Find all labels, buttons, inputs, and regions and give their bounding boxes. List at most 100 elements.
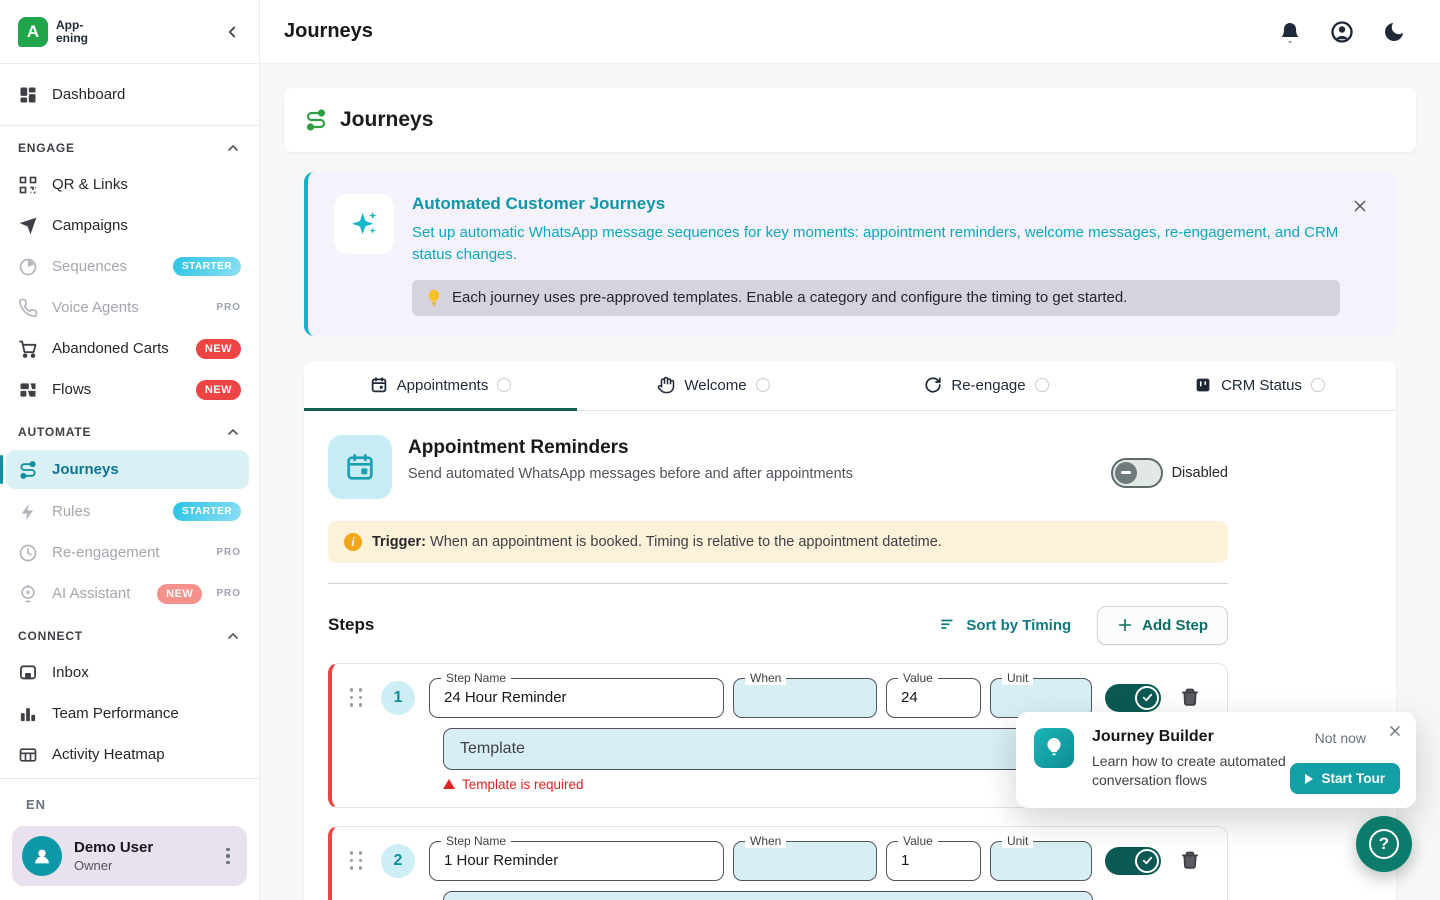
sidebar-item-voice-agents[interactable]: Voice Agents PRO — [0, 287, 259, 328]
sidebar-item-activity-heatmap[interactable]: Activity Heatmap — [0, 734, 259, 775]
step-number: 2 — [381, 844, 415, 878]
starter-badge: STARTER — [173, 502, 241, 521]
heatmap-grid-icon — [18, 745, 38, 765]
category-tabs: Appointments Welcome Re-engage — [304, 361, 1396, 411]
lightning-icon — [18, 502, 38, 522]
brand-logo-icon: A — [18, 17, 48, 47]
language-selector[interactable]: EN — [12, 793, 247, 826]
steps-header: Steps Sort by Timing Add Step — [328, 606, 1228, 645]
drag-handle-icon[interactable] — [349, 688, 363, 707]
route-icon — [18, 460, 38, 480]
user-role: Owner — [74, 858, 207, 873]
close-icon[interactable] — [1352, 198, 1368, 214]
help-button[interactable]: ? — [1356, 816, 1412, 872]
sidebar-item-label: Activity Heatmap — [52, 746, 241, 763]
pro-tier-label: PRO — [216, 547, 241, 558]
sidebar-item-inbox[interactable]: Inbox — [0, 652, 259, 693]
category-enable-toggle[interactable] — [1111, 458, 1163, 488]
starter-badge: STARTER — [173, 257, 241, 276]
sidebar-collapse-button[interactable] — [223, 23, 241, 41]
sort-by-timing-button[interactable]: Sort by Timing — [939, 616, 1071, 634]
banner-tip: Each journey uses pre-approved templates… — [412, 280, 1340, 316]
category-text: Appointment Reminders Send automated Wha… — [408, 435, 853, 499]
delete-step-icon[interactable] — [1180, 850, 1200, 872]
inbox-icon — [18, 663, 38, 683]
user-card[interactable]: Demo User Owner — [12, 826, 247, 886]
tab-appointments[interactable]: Appointments — [304, 361, 577, 410]
sidebar-item-dashboard[interactable]: Dashboard — [0, 64, 259, 126]
sidebar-section-automate[interactable]: AUTOMATE — [0, 410, 259, 448]
sidebar-item-journeys[interactable]: Journeys — [6, 450, 249, 489]
category-header: Appointment Reminders Send automated Wha… — [328, 435, 1228, 499]
sidebar-item-qr-links[interactable]: QR & Links — [0, 164, 259, 205]
notifications-bell-icon[interactable] — [1278, 20, 1302, 44]
tab-re-engage[interactable]: Re-engage — [850, 361, 1123, 410]
value-field: Value — [886, 678, 981, 718]
step-enable-toggle[interactable] — [1105, 847, 1161, 875]
popup-title: Journey Builder — [1092, 728, 1297, 746]
start-tour-button[interactable]: Start Tour — [1290, 763, 1401, 794]
drag-handle-icon[interactable] — [349, 851, 363, 870]
sidebar-item-campaigns[interactable]: Campaigns — [0, 205, 259, 246]
add-step-button[interactable]: Add Step — [1097, 606, 1228, 645]
app-logo[interactable]: A App-ening — [18, 17, 223, 47]
when-select[interactable]: When — [733, 678, 877, 718]
new-badge: NEW — [196, 380, 241, 400]
dark-mode-moon-icon[interactable] — [1382, 20, 1406, 44]
sidebar-item-label: Voice Agents — [52, 299, 202, 316]
step-row: 2 Step Name When Value — [328, 826, 1228, 900]
unit-select[interactable]: Unit — [990, 841, 1092, 881]
calendar-icon — [328, 435, 392, 499]
template-select[interactable]: Template — [443, 891, 1093, 900]
tab-label: Re-engage — [951, 377, 1025, 394]
bar-chart-icon — [18, 704, 38, 724]
sidebar-item-flows[interactable]: Flows NEW — [0, 369, 259, 410]
check-icon — [1142, 855, 1153, 866]
sidebar-item-team-performance[interactable]: Team Performance — [0, 693, 259, 734]
account-icon[interactable] — [1330, 20, 1354, 44]
user-name: Demo User — [74, 839, 207, 856]
step-number: 1 — [381, 681, 415, 715]
tab-label: Appointments — [397, 377, 489, 394]
page-title: Journeys — [340, 108, 433, 132]
sidebar-item-re-engagement[interactable]: Re-engagement PRO — [0, 532, 259, 573]
plus-icon — [1117, 617, 1133, 633]
when-select[interactable]: When — [733, 841, 877, 881]
pro-tier-label: PRO — [216, 302, 241, 313]
banner-description: Set up automatic WhatsApp message sequen… — [412, 222, 1340, 266]
journey-builder-popup: Journey Builder Learn how to create auto… — [1016, 712, 1416, 808]
sidebar-item-label: Sequences — [52, 258, 159, 275]
sidebar-section-engage[interactable]: ENGAGE — [0, 126, 259, 164]
category-status-label: Disabled — [1172, 465, 1228, 481]
sidebar-item-label: Rules — [52, 503, 159, 520]
new-badge: NEW — [196, 339, 241, 359]
tab-welcome[interactable]: Welcome — [577, 361, 850, 410]
lightbulb-icon — [426, 289, 442, 307]
info-banner: Automated Customer Journeys Set up autom… — [304, 172, 1396, 336]
shopping-cart-icon — [18, 339, 38, 359]
sort-icon — [939, 616, 957, 634]
sidebar-item-rules[interactable]: Rules STARTER — [0, 491, 259, 532]
section-label: AUTOMATE — [18, 425, 225, 439]
sidebar-item-abandoned-carts[interactable]: Abandoned Carts NEW — [0, 328, 259, 369]
user-menu-button[interactable] — [219, 844, 237, 869]
question-mark-icon: ? — [1369, 829, 1399, 859]
lightbulb-icon — [1034, 728, 1074, 768]
sidebar-item-label: Dashboard — [52, 86, 241, 103]
sidebar-item-sequences[interactable]: Sequences STARTER — [0, 246, 259, 287]
calendar-icon — [370, 376, 388, 394]
step-enable-toggle[interactable] — [1105, 684, 1161, 712]
delete-step-icon[interactable] — [1180, 687, 1200, 709]
sidebar-item-label: Abandoned Carts — [52, 340, 182, 357]
chevron-up-icon — [225, 424, 241, 440]
tab-crm-status[interactable]: CRM Status — [1123, 361, 1396, 410]
template-select[interactable]: Template — [443, 728, 1093, 770]
close-icon[interactable] — [1388, 724, 1402, 738]
trigger-label: Trigger: — [372, 534, 426, 550]
tab-status-indicator — [1311, 378, 1325, 392]
not-now-button[interactable]: Not now — [1315, 730, 1366, 746]
sidebar-section-connect[interactable]: CONNECT — [0, 614, 259, 652]
flows-icon — [18, 380, 38, 400]
sidebar-item-ai-assistant[interactable]: AI Assistant NEW PRO — [0, 573, 259, 614]
topbar: Journeys — [260, 0, 1440, 64]
